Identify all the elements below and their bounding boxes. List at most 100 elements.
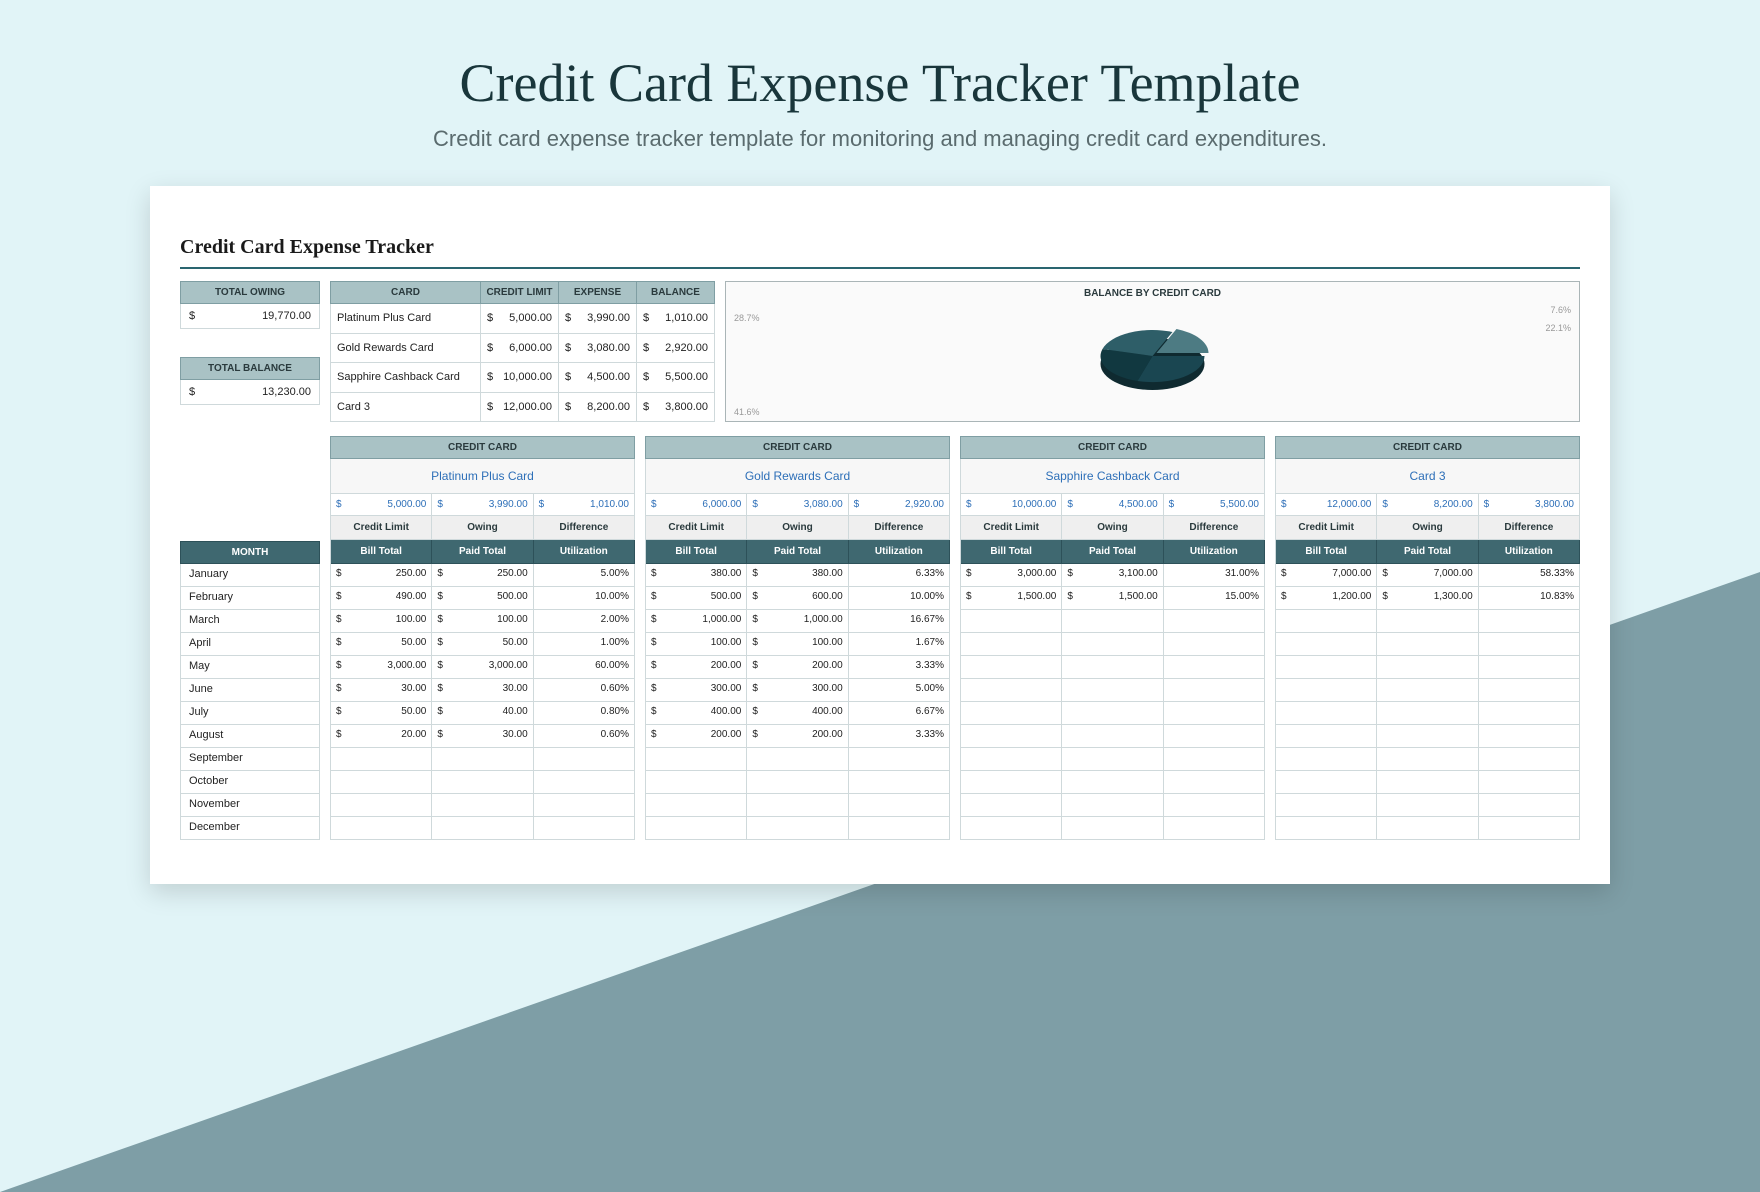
card-nums-row: $5,000.00$3,990.00$1,010.00 <box>330 494 635 516</box>
paid-total-cell: $30.00 <box>432 679 533 702</box>
chart-label-bl: 41.6% <box>734 407 760 417</box>
paid-total-cell <box>1377 656 1478 679</box>
label-bill-total: Bill Total <box>331 540 432 564</box>
label-owing: Owing <box>1062 516 1163 540</box>
paid-total-cell: $50.00 <box>432 633 533 656</box>
label-utilization: Utilization <box>534 540 635 564</box>
bill-total-cell: $50.00 <box>331 702 432 725</box>
month-cell: November <box>180 794 320 817</box>
utilization-cell: 1.00% <box>534 633 635 656</box>
label-owing: Owing <box>1377 516 1478 540</box>
sheet-title: Credit Card Expense Tracker <box>180 236 1580 259</box>
card-labels-row-dark: Bill TotalPaid TotalUtilization <box>645 540 950 564</box>
paid-total-cell <box>1062 748 1163 771</box>
utilization-cell: 31.00% <box>1164 564 1265 587</box>
bill-total-cell <box>331 771 432 794</box>
utilization-cell <box>1479 771 1580 794</box>
card-limit-value: $6,000.00 <box>646 494 747 516</box>
card-data-row <box>1275 656 1580 679</box>
summary-card-name: Card 3 <box>331 392 481 422</box>
utilization-cell: 10.83% <box>1479 587 1580 610</box>
card-data-row <box>645 817 950 840</box>
month-cell: October <box>180 771 320 794</box>
bill-total-cell: $490.00 <box>331 587 432 610</box>
bill-total-cell <box>1276 817 1377 840</box>
summary-limit: $5,000.00 <box>481 304 559 334</box>
bill-total-cell: $1,200.00 <box>1276 587 1377 610</box>
total-owing-label: TOTAL OWING <box>180 281 320 304</box>
utilization-cell <box>1164 725 1265 748</box>
paid-total-cell: $1,000.00 <box>747 610 848 633</box>
utilization-cell <box>849 771 950 794</box>
bill-total-cell: $50.00 <box>331 633 432 656</box>
paid-total-cell: $600.00 <box>747 587 848 610</box>
label-difference: Difference <box>849 516 950 540</box>
paid-total-cell <box>747 794 848 817</box>
table-row: Gold Rewards Card$6,000.00$3,080.00$2,92… <box>331 333 715 363</box>
bill-total-cell <box>961 771 1062 794</box>
card-data-row: $50.00$40.000.80% <box>330 702 635 725</box>
summary-card-name: Sapphire Cashback Card <box>331 363 481 393</box>
paid-total-cell <box>1062 794 1163 817</box>
utilization-cell <box>1479 610 1580 633</box>
bill-total-cell <box>961 656 1062 679</box>
summary-limit: $10,000.00 <box>481 363 559 393</box>
paid-total-cell: $100.00 <box>747 633 848 656</box>
card-labels-row: Credit LimitOwingDifference <box>645 516 950 540</box>
bill-total-cell: $200.00 <box>646 725 747 748</box>
card-data-row <box>645 748 950 771</box>
utilization-cell <box>849 794 950 817</box>
paid-total-cell <box>1062 817 1163 840</box>
card-data-row <box>1275 725 1580 748</box>
label-paid-total: Paid Total <box>432 540 533 564</box>
utilization-cell <box>1164 794 1265 817</box>
card-data-row: $500.00$600.0010.00% <box>645 587 950 610</box>
bill-total-cell <box>1276 656 1377 679</box>
chart-title: BALANCE BY CREDIT CARD <box>726 282 1579 301</box>
summary-balance: $3,800.00 <box>637 392 715 422</box>
summary-limit: $6,000.00 <box>481 333 559 363</box>
paid-total-cell <box>1062 771 1163 794</box>
total-balance-label: TOTAL BALANCE <box>180 357 320 380</box>
utilization-cell <box>534 748 635 771</box>
summary-header-expense: EXPENSE <box>559 282 637 304</box>
card-diff-value: $2,920.00 <box>849 494 950 516</box>
utilization-cell: 16.67% <box>849 610 950 633</box>
bill-total-cell: $500.00 <box>646 587 747 610</box>
paid-total-cell: $250.00 <box>432 564 533 587</box>
bill-total-cell: $1,000.00 <box>646 610 747 633</box>
card-data-row: $100.00$100.002.00% <box>330 610 635 633</box>
card-labels-row-dark: Bill TotalPaid TotalUtilization <box>960 540 1265 564</box>
card-owing-value: $3,990.00 <box>432 494 533 516</box>
card-data-row: $1,500.00$1,500.0015.00% <box>960 587 1265 610</box>
utilization-cell <box>1164 748 1265 771</box>
card-labels-row-dark: Bill TotalPaid TotalUtilization <box>330 540 635 564</box>
bill-total-cell: $3,000.00 <box>961 564 1062 587</box>
chart-label-r: 22.1% <box>1545 323 1571 333</box>
paid-total-cell: $7,000.00 <box>1377 564 1478 587</box>
month-cell: April <box>180 633 320 656</box>
card-data-row: $490.00$500.0010.00% <box>330 587 635 610</box>
label-utilization: Utilization <box>1164 540 1265 564</box>
utilization-cell <box>1164 771 1265 794</box>
utilization-cell <box>849 748 950 771</box>
bill-total-cell: $380.00 <box>646 564 747 587</box>
label-difference: Difference <box>534 516 635 540</box>
card-data-row: $20.00$30.000.60% <box>330 725 635 748</box>
card-header: CREDIT CARD <box>960 436 1265 459</box>
card-block: CREDIT CARDGold Rewards Card$6,000.00$3,… <box>645 436 950 840</box>
paid-total-cell <box>1377 702 1478 725</box>
paid-total-cell: $40.00 <box>432 702 533 725</box>
month-cell: February <box>180 587 320 610</box>
bill-total-cell: $20.00 <box>331 725 432 748</box>
bill-total-cell <box>1276 679 1377 702</box>
paid-total-cell <box>1377 794 1478 817</box>
utilization-cell <box>1479 656 1580 679</box>
utilization-cell: 5.00% <box>534 564 635 587</box>
paid-total-cell: $200.00 <box>747 656 848 679</box>
card-data-row: $1,200.00$1,300.0010.83% <box>1275 587 1580 610</box>
month-cell: June <box>180 679 320 702</box>
paid-total-cell <box>1377 725 1478 748</box>
table-row: Card 3$12,000.00$8,200.00$3,800.00 <box>331 392 715 422</box>
bill-total-cell <box>646 748 747 771</box>
